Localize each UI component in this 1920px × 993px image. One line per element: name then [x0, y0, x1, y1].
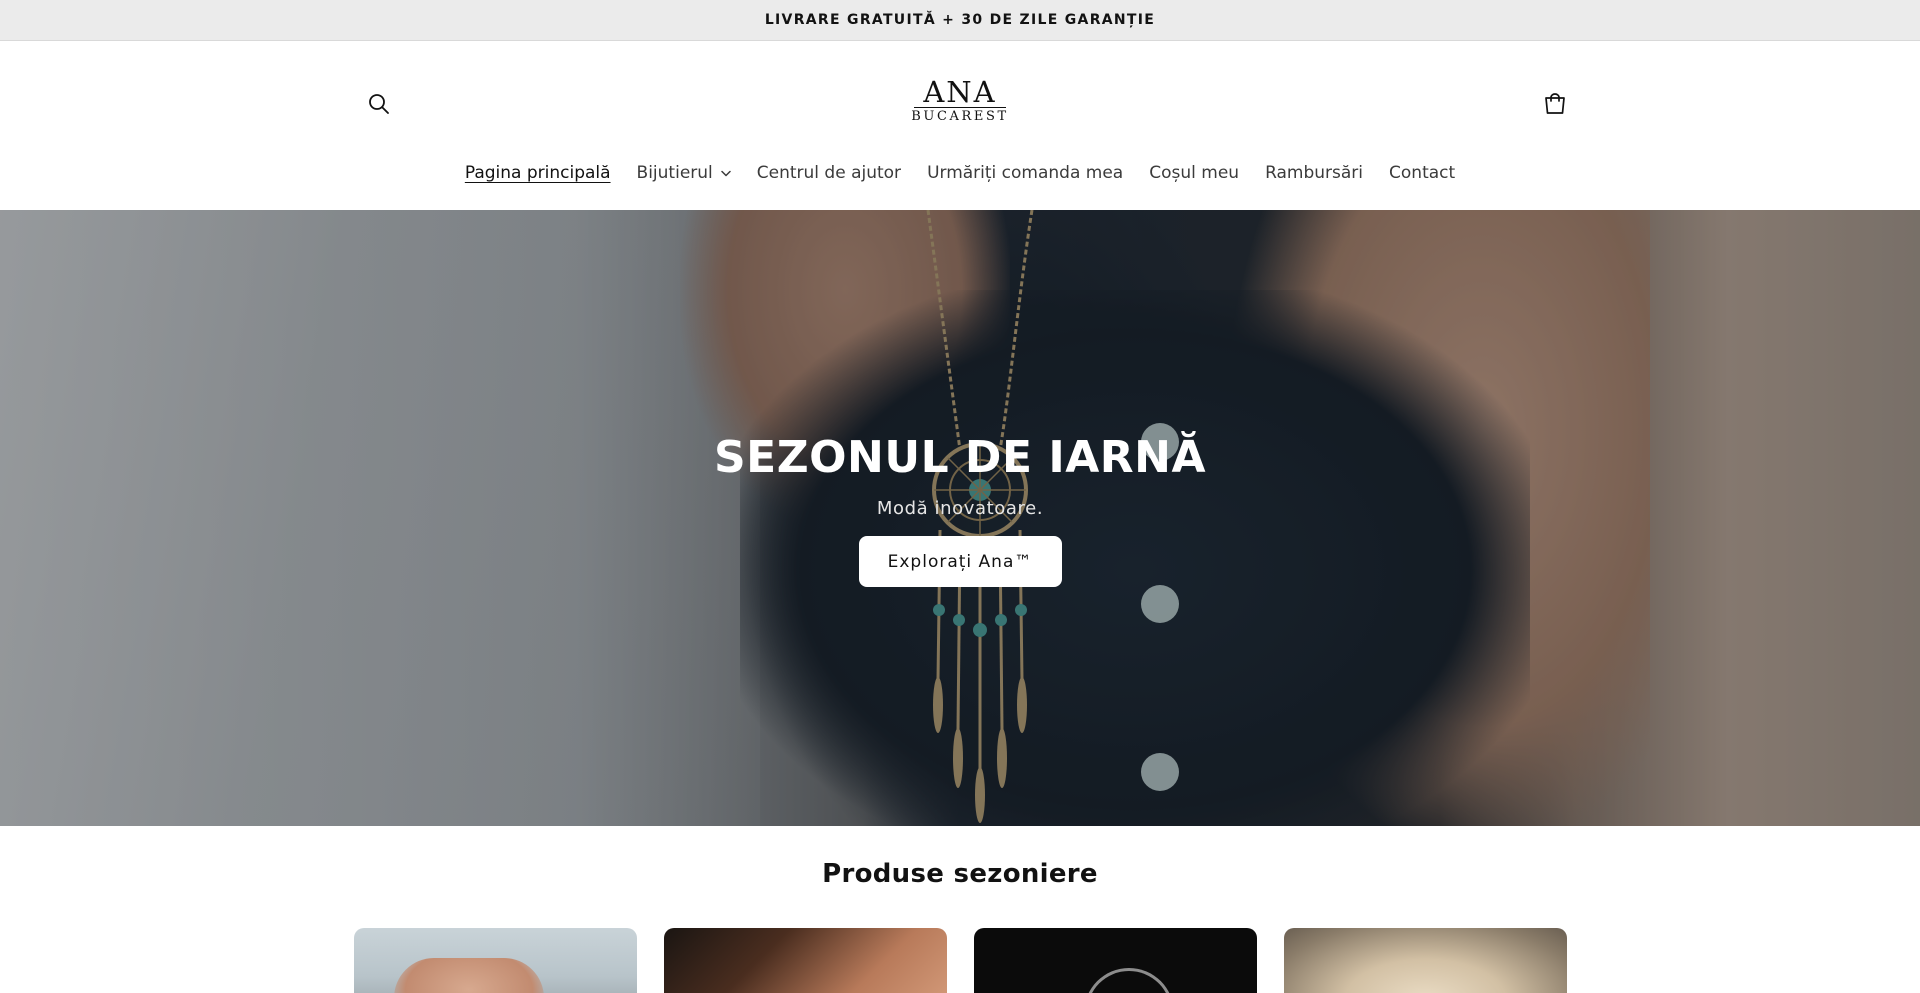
nav-item-refunds[interactable]: Rambursări [1252, 163, 1376, 183]
logo-city: BUCAREST [911, 109, 1009, 124]
nav-item-help-center[interactable]: Centrul de ajutor [744, 163, 914, 183]
product-image-portrait [664, 928, 947, 993]
nav-item-label: Coșul meu [1149, 163, 1240, 183]
nav-item-label: Contact [1389, 163, 1456, 183]
product-image-silver-ring [1084, 968, 1174, 993]
site-header: ANA BUCAREST Pagina principală Bijutieru… [0, 41, 1920, 210]
product-image-ring-hand [394, 958, 544, 993]
hero-banner: SEZONUL DE IARNĂ Modă inovatoare. Explor… [0, 210, 1920, 826]
logo-wordmark: ANA [923, 75, 997, 109]
nav-item-label: Bijutierul [636, 163, 713, 183]
main-nav: Pagina principală Bijutierul Centrul de … [0, 158, 1920, 188]
nav-item-label: Rambursări [1265, 163, 1364, 183]
hero-title: SEZONUL DE IARNĂ [713, 432, 1207, 483]
site-logo[interactable]: ANA BUCAREST [900, 77, 1020, 133]
nav-item-track-order[interactable]: Urmăriți comanda mea [914, 163, 1136, 183]
search-icon [369, 94, 389, 114]
nav-item-label: Centrul de ajutor [756, 163, 902, 183]
announcement-bar: LIVRARE GRATUITĂ + 30 DE ZILE GARANȚIE [0, 0, 1920, 41]
product-image-pearl [1284, 928, 1567, 993]
product-card[interactable] [974, 928, 1257, 993]
nav-item-home[interactable]: Pagina principală [452, 163, 624, 183]
search-button[interactable] [361, 86, 397, 122]
hero-content: SEZONUL DE IARNĂ Modă inovatoare. Explor… [0, 210, 1920, 826]
featured-section-title: Produse sezoniere [822, 859, 1098, 889]
nav-item-my-cart[interactable]: Coșul meu [1136, 163, 1252, 183]
product-card[interactable] [664, 928, 947, 993]
hero-subtitle: Modă inovatoare. [876, 498, 1044, 519]
announcement-text: LIVRARE GRATUITĂ + 30 DE ZILE GARANȚIE [764, 12, 1156, 28]
product-card[interactable] [354, 928, 637, 993]
nav-item-label: Pagina principală [464, 163, 611, 183]
cart-icon [1545, 93, 1565, 114]
product-card[interactable] [1284, 928, 1567, 993]
nav-item-jeweler[interactable]: Bijutierul [624, 163, 744, 183]
nav-item-contact[interactable]: Contact [1376, 163, 1468, 183]
chevron-down-icon [721, 170, 731, 177]
nav-item-label: Urmăriți comanda mea [927, 163, 1124, 183]
explore-button[interactable]: Explorați Ana™ [858, 536, 1062, 587]
cart-button[interactable] [1536, 85, 1574, 123]
